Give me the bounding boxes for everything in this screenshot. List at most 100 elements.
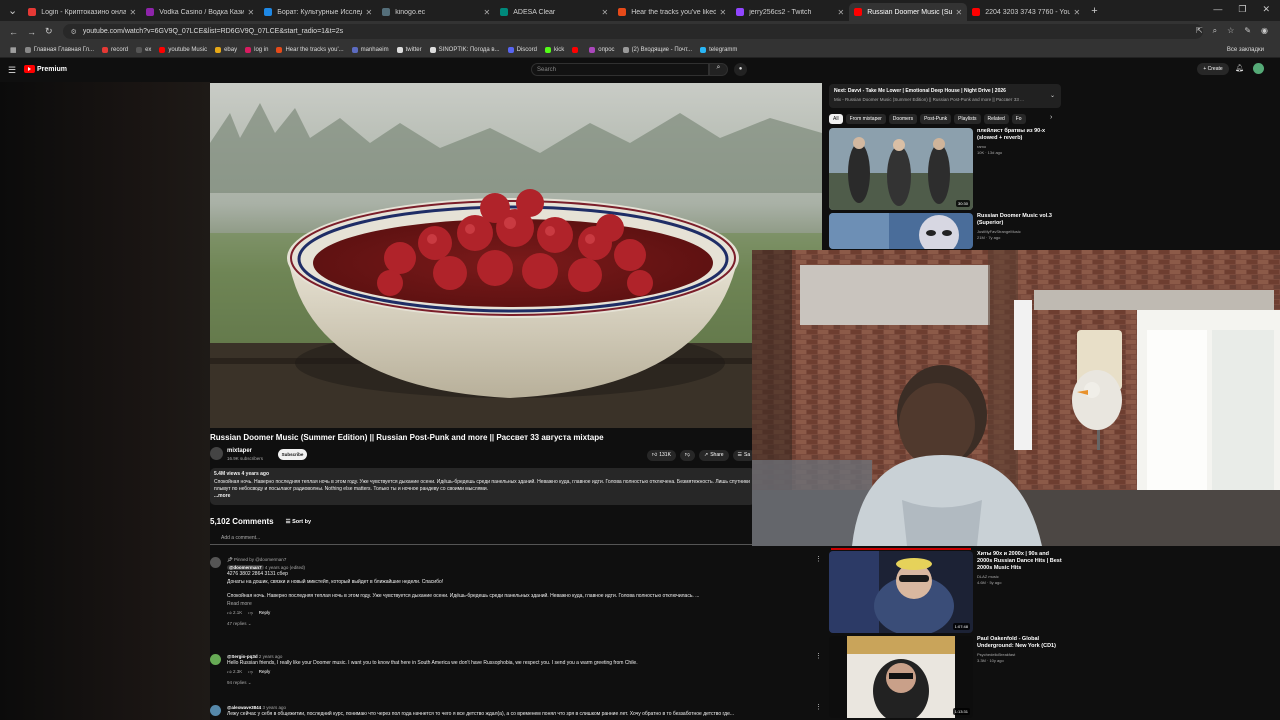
browser-tab[interactable]: Login - Криптоказино онлайн ✕ [23,3,141,21]
browser-tab[interactable]: ADESA Clear ✕ [495,3,613,21]
comment-avatar[interactable] [210,557,221,568]
comment-avatar[interactable] [210,705,221,716]
forward-icon[interactable]: → [27,27,36,37]
zoom-icon[interactable]: ⌕ [1213,26,1217,36]
recommendation-item[interactable]: Russian Doomer Music vol.3 (Superior) Ju… [829,213,1061,249]
bookmark-item[interactable]: Discord [507,46,537,53]
close-window-icon[interactable]: ✕ [1262,4,1270,15]
chip-all[interactable]: All [829,114,843,124]
browser-tab[interactable]: Vodka Casino / Водка Казино ✕ [141,3,259,21]
close-tab-icon[interactable]: ✕ [838,8,845,17]
recommendation-item[interactable]: 1:07:48 Хиты 90х и 2000х | 90s and 2000s… [829,551,1062,633]
search-icon[interactable]: ⌕ [709,63,728,76]
close-tab-icon[interactable]: ✕ [602,8,609,17]
channel-avatar[interactable] [210,447,223,460]
read-more-link[interactable]: Read more [227,600,817,608]
bookmark-star-icon[interactable]: ☆ [1227,26,1234,36]
chip-post-punk[interactable]: Post-Punk [920,114,952,124]
close-tab-icon[interactable]: ✕ [130,8,137,17]
create-button[interactable]: + Create [1197,63,1229,75]
close-tab-icon[interactable]: ✕ [720,8,727,17]
sort-button[interactable]: ☰ Sort by [286,519,311,525]
close-tab-icon[interactable]: ✕ [1074,8,1081,17]
chevron-down-icon[interactable]: ⌄ [1050,92,1055,99]
bookmark-item[interactable]: ex [136,46,151,53]
bookmark-item[interactable]: ebay [215,46,237,53]
menu-icon[interactable]: ☰ [8,65,16,76]
recommendation-item[interactable]: 30:30 плейлист братвы из 90-х (slowed + … [829,128,1061,212]
tab-list-icon[interactable]: ⌄ [8,4,17,17]
replies-toggle[interactable]: 47 replies ⌄ [227,621,817,627]
close-tab-icon[interactable]: ✕ [484,8,491,17]
reply-button[interactable]: Reply [259,610,271,616]
back-icon[interactable]: ← [9,27,18,37]
minimize-icon[interactable]: — [1213,4,1222,15]
comment-dislike-icon[interactable]: 👎︎ [248,610,253,616]
comment-avatar[interactable] [210,654,221,665]
mic-icon[interactable]: ● [734,63,747,76]
reload-icon[interactable]: ↻ [45,26,53,37]
chip-doomers[interactable]: Doomers [888,114,918,124]
chevron-right-icon[interactable]: › [1050,114,1052,121]
close-tab-icon[interactable]: ✕ [248,8,255,17]
extension-icon[interactable]: ✎ [1244,26,1251,36]
description-box[interactable]: 5.4M views 4 years ago Спокойная ночь. Н… [210,468,755,505]
comment-like-button[interactable]: 👍︎ 2.1K [227,610,242,616]
browser-tab[interactable]: kinogo.ec ✕ [377,3,495,21]
video-player[interactable] [210,83,822,428]
bookmark-item[interactable]: record [102,46,128,53]
bookmark-item[interactable]: (2) Входящие - Почт... [622,46,692,53]
open-app-icon[interactable]: ⇱ [1196,26,1203,36]
bookmark-item[interactable]: Hear the tracks you'... [276,46,344,53]
more-vert-icon[interactable]: ⋮ [815,652,822,660]
more-vert-icon[interactable]: ⋮ [815,555,822,563]
subscribe-button[interactable]: Subscribe [278,449,307,460]
chip-playlists[interactable]: Playlists [954,114,981,124]
comment-like-button[interactable]: 👍︎ 2.3K [227,669,242,675]
all-bookmarks-link[interactable]: Все закладки [1227,47,1264,53]
comment-dislike-icon[interactable]: 👎︎ [248,669,253,675]
bookmark-item[interactable]: manhaeim [351,46,389,53]
browser-tab[interactable]: Russian Doomer Music (Summ... ✕ [849,3,968,21]
channel-name[interactable]: mixtaper [227,448,252,454]
browser-tab[interactable]: Hear the tracks you've liked: o... ✕ [613,3,731,21]
bookmark-item[interactable]: опрос [589,46,615,53]
chip-fo[interactable]: Fo [1011,114,1026,124]
rec-thumbnail[interactable] [829,213,973,249]
more-link[interactable]: ...more [214,493,751,500]
chip-from-mixtaper[interactable]: From mixtaper [845,114,886,124]
bookmark-item[interactable] [572,46,581,53]
new-tab-icon[interactable]: + [1091,5,1097,17]
more-vert-icon[interactable]: ⋮ [815,703,822,711]
site-info-icon[interactable]: ⚙ [71,28,77,36]
add-comment-input[interactable]: Add a comment... [210,535,755,545]
youtube-logo[interactable]: Premium [24,65,67,73]
share-button[interactable]: ↗ Share [699,450,729,461]
dislike-button[interactable]: 👎︎ [679,450,695,461]
search-input[interactable]: Search [531,63,709,76]
bookmark-item[interactable]: youtube Music [159,46,207,53]
rec-thumbnail[interactable]: 30:30 [829,128,973,210]
bookmark-item[interactable]: kick [544,46,564,53]
restore-icon[interactable]: ❐ [1238,4,1246,15]
profile-icon[interactable]: ◉ [1261,26,1268,36]
like-button[interactable]: 👍︎ 131K [647,450,676,461]
apps-icon[interactable]: ▦ [10,46,17,54]
bookmark-item[interactable]: twitter [396,46,422,53]
bookmark-item[interactable]: log in [245,46,268,53]
rec-thumbnail[interactable]: 1:07:48 [829,551,973,633]
browser-tab[interactable]: 2204 3203 3743 7760 - YouTub... ✕ [967,3,1085,21]
close-tab-icon[interactable]: ✕ [366,8,373,17]
replies-toggle[interactable]: 94 replies ⌄ [227,680,817,686]
next-up-card[interactable]: Next: Davvi - Take Me Lower | Emotional … [829,84,1061,108]
browser-tab[interactable]: jerry256cs2 - Twitch ✕ [731,3,849,21]
recommendation-item[interactable]: 1:13:31 Paul Oakenfold - Global Undergro… [829,636,1061,718]
close-tab-icon[interactable]: ✕ [956,8,963,17]
bell-icon[interactable]: 🔔︎ [1235,64,1244,72]
bookmark-item[interactable]: telegramm [700,46,737,53]
chip-related[interactable]: Related [983,114,1009,124]
rec-thumbnail[interactable]: 1:13:31 [829,636,973,718]
browser-tab[interactable]: Борат: Культурные Исследов... ✕ [259,3,377,21]
bookmark-item[interactable]: Главная Главная Гл... [24,46,94,53]
reply-button[interactable]: Reply [259,669,271,675]
